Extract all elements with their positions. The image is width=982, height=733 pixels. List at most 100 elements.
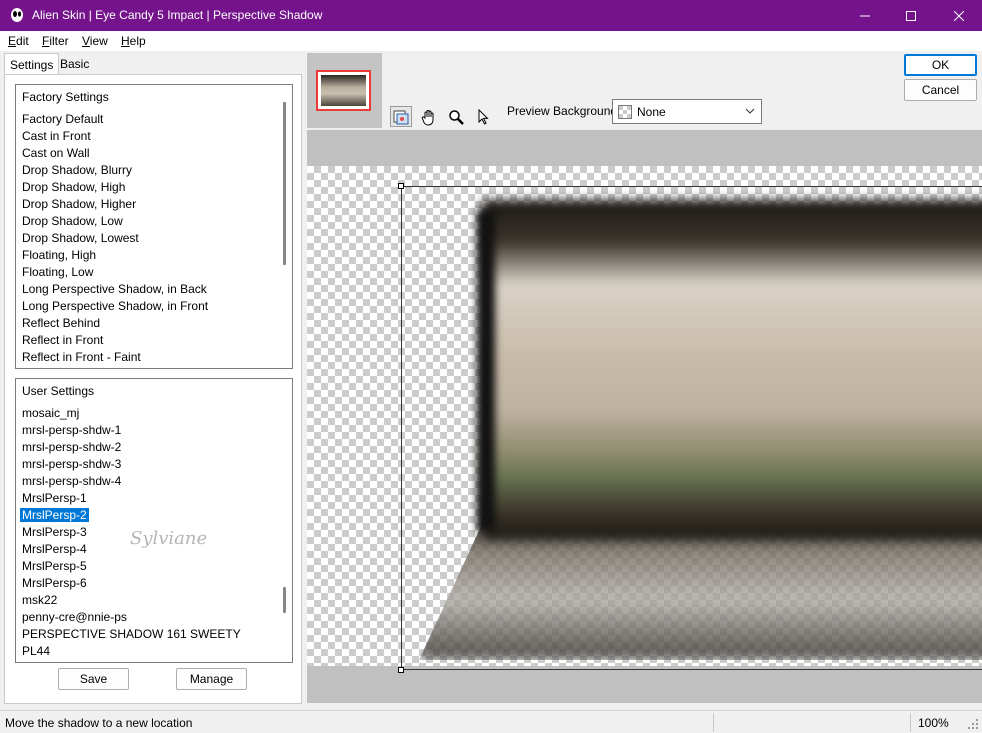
list-item-label: mrsl-persp-shdw-4: [22, 474, 122, 488]
user-settings-item[interactable]: MrslPersp-5: [16, 558, 278, 575]
minimize-button[interactable]: [842, 0, 888, 31]
factory-settings-item[interactable]: Factory Default: [16, 111, 278, 128]
thumbnail-image: [321, 75, 366, 106]
user-settings-item[interactable]: mrsl-persp-shdw-2: [16, 439, 278, 456]
factory-settings-item[interactable]: Drop Shadow, Low: [16, 213, 278, 230]
user-settings-item[interactable]: penny-cre@nnie-ps: [16, 609, 278, 626]
chevron-down-icon: [745, 108, 755, 114]
factory-settings-item[interactable]: Drop Shadow, Lowest: [16, 230, 278, 247]
list-item-label: msk22: [22, 593, 58, 607]
user-settings-item[interactable]: PERSPECTIVE SHADOW 161 SWEETY: [16, 626, 278, 643]
list-item-label: Drop Shadow, Higher: [22, 197, 137, 211]
list-item-label: Drop Shadow, High: [22, 180, 126, 194]
list-item-label: MrslPersp-4: [22, 542, 87, 556]
list-item-label: mrsl-persp-shdw-1: [22, 423, 122, 437]
preview-area[interactable]: [307, 130, 982, 703]
user-settings-item[interactable]: mrsl-persp-shdw-4: [16, 473, 278, 490]
factory-settings-item[interactable]: Cast in Front: [16, 128, 278, 145]
user-settings-item[interactable]: mrsl-persp-shdw-3: [16, 456, 278, 473]
factory-settings-item[interactable]: Reflect in Front: [16, 332, 278, 349]
menu-help[interactable]: Help: [121, 34, 146, 48]
list-item-label: mrsl-persp-shdw-2: [22, 440, 122, 454]
selection-handle-top-left[interactable]: [398, 183, 404, 189]
user-scrollbar[interactable]: [283, 587, 286, 613]
preview-background-select[interactable]: None: [612, 99, 762, 124]
list-item-label: Floating, High: [22, 248, 97, 262]
list-item-label: Drop Shadow, Low: [22, 214, 123, 228]
list-item-label: Drop Shadow, Blurry: [22, 163, 133, 177]
list-item-label: mrsl-persp-shdw-3: [22, 457, 122, 471]
menu-edit[interactable]: Edit: [8, 34, 29, 48]
selection-rectangle[interactable]: [401, 186, 982, 670]
resize-grip-icon[interactable]: [968, 719, 978, 729]
hand-tool-button[interactable]: [418, 106, 440, 127]
list-item-label: Cast on Wall: [22, 146, 90, 160]
ok-button[interactable]: OK: [904, 54, 977, 76]
list-item-label: MrslPersp-5: [22, 559, 87, 573]
factory-settings-item[interactable]: Long Perspective Shadow, in Back: [16, 281, 278, 298]
user-settings-list[interactable]: User Settings mosaic_mj mrsl-persp-shdw-1…: [15, 378, 293, 663]
factory-scrollbar[interactable]: [283, 102, 286, 265]
status-message: Move the shadow to a new location: [5, 716, 193, 730]
zoom-icon: [449, 109, 464, 125]
selected-settings-item[interactable]: MrslPersp-2: [16, 507, 278, 524]
window-title: Alien Skin | Eye Candy 5 Impact | Perspe…: [32, 8, 323, 22]
pointer-tool-button[interactable]: [472, 106, 494, 127]
user-settings-item[interactable]: MrslPersp-6: [16, 575, 278, 592]
list-item-label: Floating, Low: [22, 265, 94, 279]
manage-button[interactable]: Manage: [176, 668, 247, 690]
maximize-button[interactable]: [888, 0, 934, 31]
hand-icon: [421, 109, 434, 126]
preview-toggle-button[interactable]: [390, 106, 412, 127]
factory-settings-item[interactable]: Cast on Wall: [16, 145, 278, 162]
factory-settings-item[interactable]: Drop Shadow, Blurry: [16, 162, 278, 179]
status-bar: Move the shadow to a new location 100%: [0, 710, 982, 733]
selection-handle-bottom-left[interactable]: [398, 667, 404, 673]
factory-settings-item[interactable]: Floating, High: [16, 247, 278, 264]
factory-settings-item[interactable]: Drop Shadow, Higher: [16, 196, 278, 213]
user-settings-item[interactable]: MrslPersp-1: [16, 490, 278, 507]
list-item-label: PERSPECTIVE SHADOW 161 SWEETY: [22, 627, 241, 641]
title-bar: Alien Skin | Eye Candy 5 Impact | Perspe…: [0, 0, 982, 31]
list-item-label: Reflect in Front: [22, 333, 104, 347]
preview-toggle-icon: [393, 110, 409, 124]
user-settings-header: User Settings: [22, 384, 95, 398]
list-item-label: MrslPersp-3: [22, 525, 87, 539]
list-item-label: Cast in Front: [22, 129, 91, 143]
tab-basic[interactable]: Basic: [55, 53, 94, 74]
navigator-viewport[interactable]: [316, 70, 371, 111]
user-settings-item[interactable]: mrsl-persp-shdw-1: [16, 422, 278, 439]
list-item-label: MrslPersp-1: [22, 491, 87, 505]
user-settings-item[interactable]: PL44: [16, 643, 278, 660]
preview-background-value: None: [637, 105, 666, 119]
tab-settings[interactable]: Settings: [4, 53, 60, 75]
save-button[interactable]: Save: [58, 668, 129, 690]
menu-view[interactable]: View: [82, 34, 108, 48]
factory-settings-header: Factory Settings: [22, 90, 109, 104]
factory-settings-items: Factory Default Cast in Front Cast on Wall…: [16, 111, 278, 366]
zoom-tool-button[interactable]: [445, 106, 467, 127]
factory-settings-item[interactable]: Reflect in Front - Faint: [16, 349, 278, 366]
close-icon: [954, 10, 964, 21]
factory-settings-item[interactable]: Reflect Behind: [16, 315, 278, 332]
list-item-label: Reflect in Front - Faint: [22, 350, 141, 364]
zoom-level: 100%: [918, 716, 949, 730]
background-swatch: [618, 105, 632, 119]
menu-filter[interactable]: Filter: [42, 34, 69, 48]
list-item-label: Long Perspective Shadow, in Front: [22, 299, 209, 313]
minimize-icon: [860, 15, 870, 16]
list-item-label: PL44: [22, 644, 51, 658]
user-settings-item[interactable]: mosaic_mj: [16, 405, 278, 422]
factory-settings-list[interactable]: Factory Settings Factory Default Cast in …: [15, 84, 293, 369]
menu-bar: Edit Filter View Help: [0, 31, 982, 51]
navigator-thumbnail[interactable]: [307, 53, 382, 128]
status-separator: [713, 713, 714, 732]
close-window-button[interactable]: [936, 0, 982, 31]
list-item-label: MrslPersp-6: [22, 576, 87, 590]
factory-settings-item[interactable]: Drop Shadow, High: [16, 179, 278, 196]
factory-settings-item[interactable]: Long Perspective Shadow, in Front: [16, 298, 278, 315]
cancel-button[interactable]: Cancel: [904, 79, 977, 101]
user-settings-item[interactable]: msk22: [16, 592, 278, 609]
watermark-text: Sylviane: [130, 528, 208, 549]
factory-settings-item[interactable]: Floating, Low: [16, 264, 278, 281]
